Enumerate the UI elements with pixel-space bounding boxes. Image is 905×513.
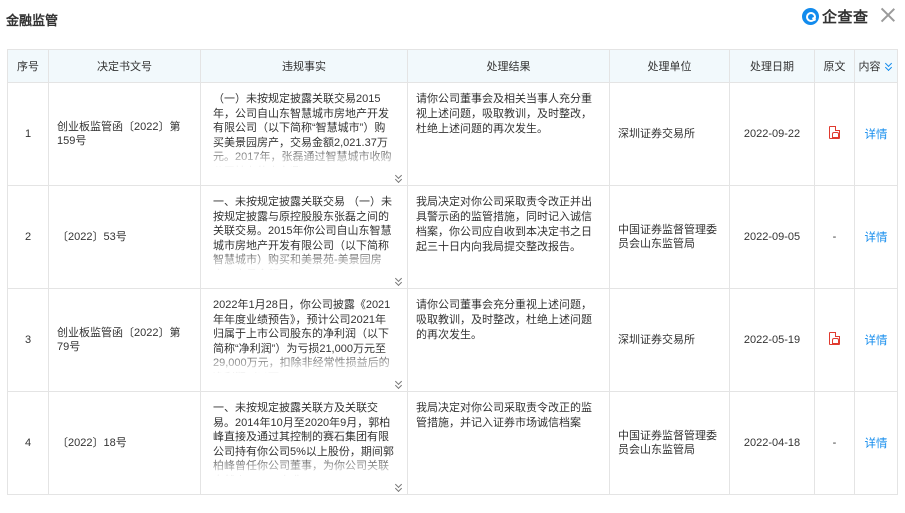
pdf-icon[interactable] xyxy=(829,332,840,345)
row-original xyxy=(814,82,855,186)
expand-chevron-icon[interactable] xyxy=(395,482,405,492)
table-row: 3 创业板监管函〔2022〕第79号 2022年1月28日，你公司披露《2021… xyxy=(7,288,898,392)
row-unit: 深圳证券交易所 xyxy=(609,82,730,186)
detail-link[interactable]: 详情 xyxy=(865,129,888,141)
double-chevron-down-icon[interactable] xyxy=(885,62,894,72)
table-row: 4 〔2022〕18号 一、未按规定披露关联方及关联交易。2014年10月至20… xyxy=(7,391,898,495)
row-result: 请你公司董事会及相关当事人充分重视上述问题，吸取教训，及时整改，杜绝上述问题的再… xyxy=(407,82,610,186)
regulation-table: 序号 决定书文号 违规事实 处理结果 处理单位 处理日期 原文 内容 1 创业板… xyxy=(7,49,898,495)
row-index: 1 xyxy=(7,82,49,186)
detail-link[interactable]: 详情 xyxy=(865,335,888,347)
row-content: 详情 xyxy=(854,391,898,495)
row-facts: 一、未按规定披露关联交易 （一）未按规定披露与原控股股东张磊之间的关联交易。20… xyxy=(201,186,407,270)
column-header-doc-no: 决定书文号 xyxy=(48,49,201,83)
row-facts-cell: （一）未按规定披露关联交易2015年，公司自山东智慧城市房地产开发有限公司（以下… xyxy=(200,82,408,186)
column-header-date: 处理日期 xyxy=(729,49,815,83)
table-row: 2 〔2022〕53号 一、未按规定披露关联交易 （一）未按规定披露与原控股股东… xyxy=(7,185,898,289)
row-result: 我局决定对你公司采取责令改正的监管措施，并记入证券市场诚信档案 xyxy=(407,391,610,495)
row-doc-no: 创业板监管函〔2022〕第79号 xyxy=(48,288,201,392)
table-header-row: 序号 决定书文号 违规事实 处理结果 处理单位 处理日期 原文 内容 xyxy=(7,49,898,83)
row-original: - xyxy=(814,391,855,495)
row-index: 4 xyxy=(7,391,49,495)
section-title: 金融监管 xyxy=(6,13,59,28)
row-facts: 一、未按规定披露关联方及关联交易。2014年10月至2020年9月，郭柏峰直接及… xyxy=(201,392,407,476)
panel-header: 金融监管 企查查 xyxy=(0,0,905,34)
row-index: 3 xyxy=(7,288,49,392)
qichacha-logo-icon xyxy=(802,7,819,25)
row-content: 详情 xyxy=(854,82,898,186)
row-index: 2 xyxy=(7,185,49,289)
row-unit: 深圳证券交易所 xyxy=(609,288,730,392)
row-original: - xyxy=(814,185,855,289)
pdf-icon[interactable] xyxy=(829,126,840,139)
row-content: 详情 xyxy=(854,288,898,392)
row-facts-cell: 一、未按规定披露关联方及关联交易。2014年10月至2020年9月，郭柏峰直接及… xyxy=(200,391,408,495)
row-unit: 中国证券监督管理委员会山东监管局 xyxy=(609,391,730,495)
row-doc-no: 〔2022〕18号 xyxy=(48,391,201,495)
row-facts: （一）未按规定披露关联交易2015年，公司自山东智慧城市房地产开发有限公司（以下… xyxy=(201,83,407,167)
column-header-content: 内容 xyxy=(854,49,898,83)
column-header-index: 序号 xyxy=(7,49,49,83)
row-date: 2022-05-19 xyxy=(729,288,815,392)
expand-chevron-icon[interactable] xyxy=(395,173,405,183)
row-date: 2022-09-05 xyxy=(729,185,815,289)
expand-chevron-icon[interactable] xyxy=(395,379,405,389)
row-date: 2022-04-18 xyxy=(729,391,815,495)
brand-logo: 企查查 xyxy=(802,6,869,26)
column-header-facts: 违规事实 xyxy=(200,49,408,83)
brand-name: 企查查 xyxy=(822,8,869,26)
table-row: 1 创业板监管函〔2022〕第159号 （一）未按规定披露关联交易2015年，公… xyxy=(7,82,898,186)
row-doc-no: 创业板监管函〔2022〕第159号 xyxy=(48,82,201,186)
row-facts-cell: 2022年1月28日，你公司披露《2021年年度业绩预告》，预计公司2021年归… xyxy=(200,288,408,392)
column-header-original: 原文 xyxy=(814,49,855,83)
row-result: 我局决定对你公司采取责令改正并出具警示函的监管措施，同时记入诚信档案，你公司应自… xyxy=(407,185,610,289)
close-icon[interactable] xyxy=(879,6,897,24)
row-result: 请你公司董事会充分重视上述问题，吸取教训，及时整改，杜绝上述问题的再次发生。 xyxy=(407,288,610,392)
row-date: 2022-09-22 xyxy=(729,82,815,186)
row-original xyxy=(814,288,855,392)
expand-chevron-icon[interactable] xyxy=(395,276,405,286)
row-facts-cell: 一、未按规定披露关联交易 （一）未按规定披露与原控股股东张磊之间的关联交易。20… xyxy=(200,185,408,289)
detail-link[interactable]: 详情 xyxy=(865,232,888,244)
column-header-unit: 处理单位 xyxy=(609,49,730,83)
row-content: 详情 xyxy=(854,185,898,289)
column-header-result: 处理结果 xyxy=(407,49,610,83)
row-doc-no: 〔2022〕53号 xyxy=(48,185,201,289)
row-facts: 2022年1月28日，你公司披露《2021年年度业绩预告》，预计公司2021年归… xyxy=(201,289,407,373)
detail-link[interactable]: 详情 xyxy=(865,438,888,450)
row-unit: 中国证券监督管理委员会山东监管局 xyxy=(609,185,730,289)
